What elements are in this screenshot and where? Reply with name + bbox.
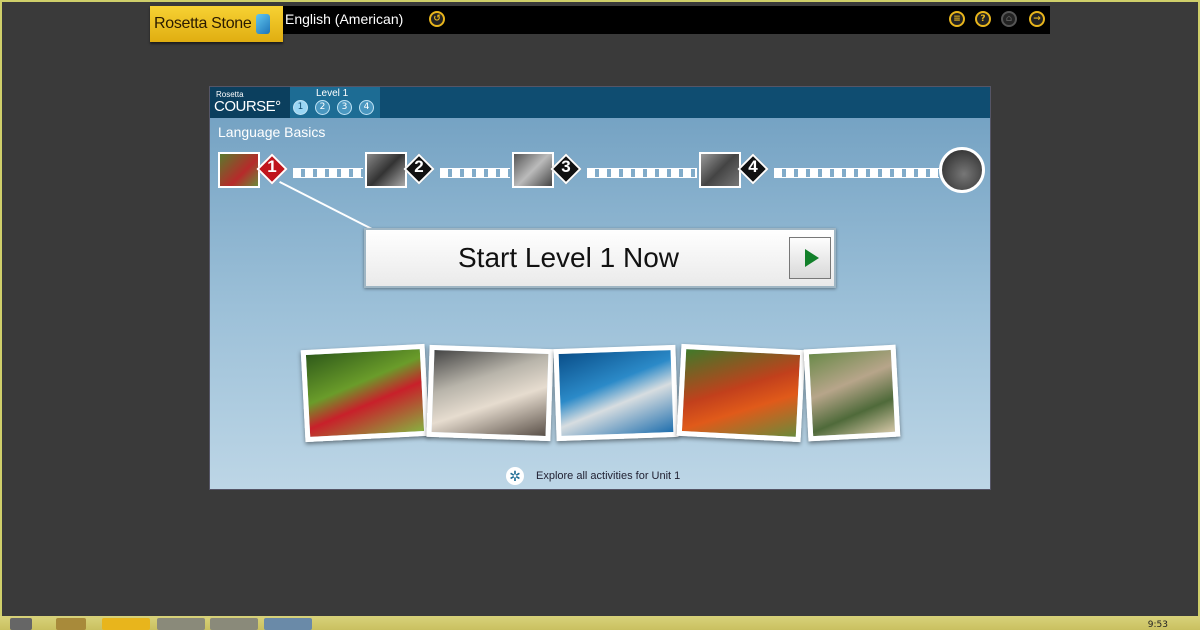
level-tab: Level 1 1 2 3 4 xyxy=(290,87,380,118)
play-icon[interactable] xyxy=(789,237,831,279)
activity-photo[interactable] xyxy=(676,343,806,443)
top-bar: Rosetta Stone English (American) ↺ ≡ ? ⌂… xyxy=(150,6,1050,42)
home-icon[interactable]: ⌂ xyxy=(1001,11,1017,27)
explore-activities-link[interactable]: ✲ Explore all activities for Unit 1 xyxy=(506,467,680,485)
explore-label: Explore all activities for Unit 1 xyxy=(536,470,681,482)
taskbar-app[interactable] xyxy=(157,618,205,630)
unit-1-thumbnail[interactable] xyxy=(218,152,260,188)
course-logo: Rosetta COURSE° xyxy=(210,87,290,118)
course-brand-big: COURSE° xyxy=(214,98,281,115)
course-panel: Rosetta COURSE° Level 1 1 2 3 4 Language… xyxy=(209,86,991,490)
gear-icon: ✲ xyxy=(506,467,524,485)
unit-3-thumbnail[interactable] xyxy=(512,152,554,188)
activity-photo[interactable] xyxy=(553,344,679,442)
level-button-3[interactable]: 3 xyxy=(337,100,352,115)
rosetta-stone-logo: Rosetta Stone xyxy=(150,6,283,42)
unit-2-thumbnail[interactable] xyxy=(365,152,407,188)
taskbar-app[interactable] xyxy=(102,618,150,630)
refresh-icon[interactable]: ↺ xyxy=(429,11,445,27)
level-button-1[interactable]: 1 xyxy=(293,100,308,115)
unit-3-number: 3 xyxy=(561,157,571,176)
unit-track xyxy=(774,168,939,178)
menu-icon[interactable]: ≡ xyxy=(949,11,965,27)
help-icon[interactable]: ? xyxy=(975,11,991,27)
level-label: Level 1 xyxy=(316,88,349,99)
activity-photo[interactable] xyxy=(803,344,901,442)
unit-connector-line xyxy=(279,181,379,233)
language-selector[interactable]: English (American) xyxy=(285,11,403,27)
unit-4-number: 4 xyxy=(748,157,758,176)
unit-4-thumbnail[interactable] xyxy=(699,152,741,188)
taskbar-app[interactable] xyxy=(56,618,86,630)
start-level-label: Start Level 1 Now xyxy=(458,242,679,273)
start-button[interactable] xyxy=(10,618,32,630)
start-level-button[interactable]: Start Level 1 Now xyxy=(364,228,836,288)
unit-track xyxy=(587,168,697,178)
unit-1-number: 1 xyxy=(267,157,277,176)
unit-2-number: 2 xyxy=(414,157,424,176)
taskbar-clock: 9:53 xyxy=(1147,620,1168,630)
course-header: Rosetta COURSE° Level 1 1 2 3 4 xyxy=(210,87,990,118)
course-end-milestone[interactable] xyxy=(939,147,985,193)
unit-track xyxy=(293,168,363,178)
level-button-2[interactable]: 2 xyxy=(315,100,330,115)
activity-photo[interactable] xyxy=(300,343,430,443)
exit-icon[interactable]: → xyxy=(1029,11,1045,27)
taskbar-app[interactable] xyxy=(264,618,312,630)
logo-mark-icon xyxy=(255,14,270,34)
logo-text: Rosetta Stone xyxy=(154,15,252,32)
level-button-4[interactable]: 4 xyxy=(359,100,374,115)
unit-track xyxy=(440,168,510,178)
taskbar: 9:53 xyxy=(0,616,1200,630)
activity-photo[interactable] xyxy=(426,344,554,442)
taskbar-app[interactable] xyxy=(210,618,258,630)
section-title: Language Basics xyxy=(218,124,326,140)
